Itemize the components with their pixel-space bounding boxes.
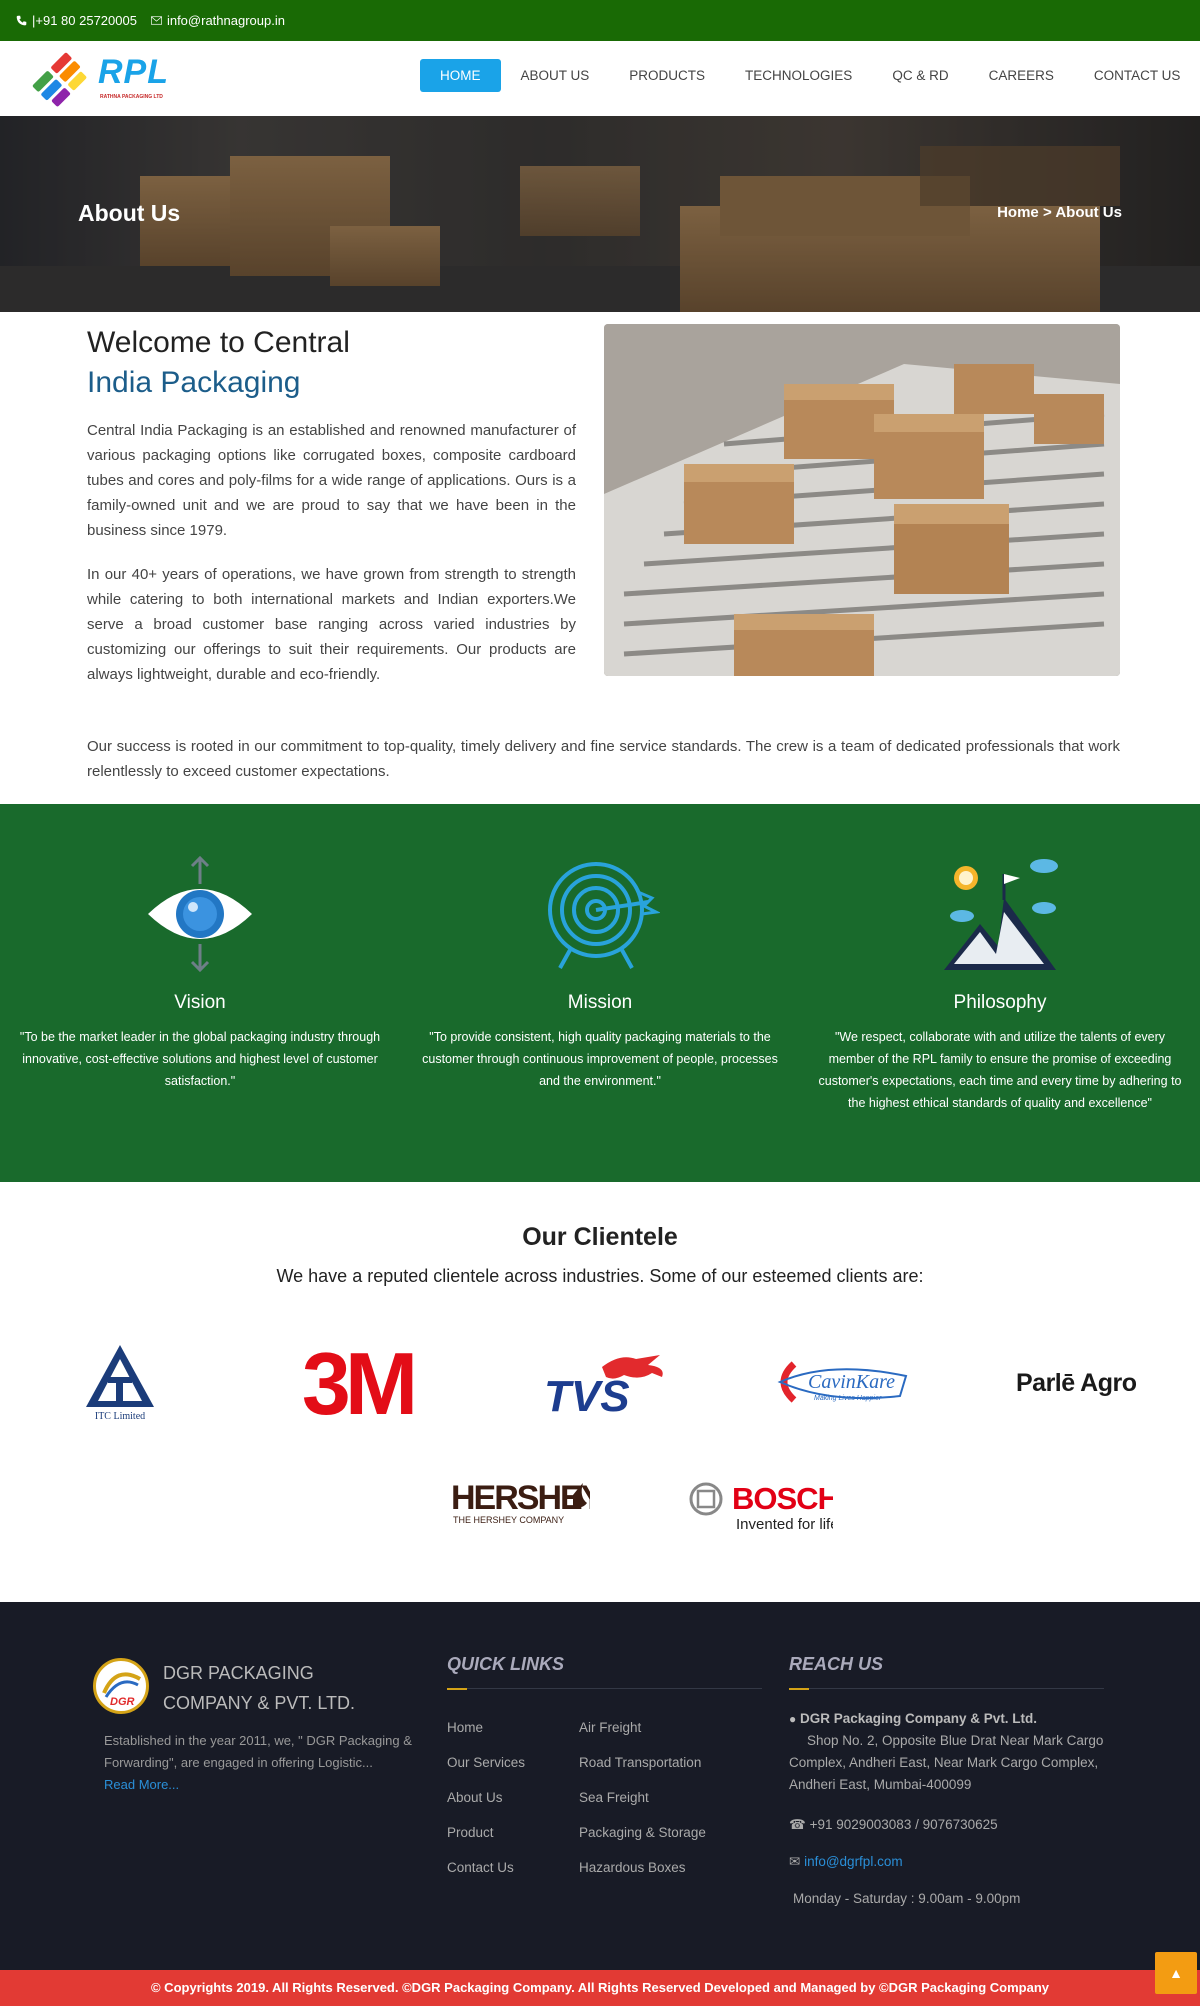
chevron-up-icon: ▲ xyxy=(1169,1965,1183,1981)
hershey-tagline: THE HERSHEY COMPANY xyxy=(453,1515,564,1525)
about-paragraph-3: Our success is rooted in our commitment … xyxy=(87,738,1120,780)
reach-us-title: REACH US xyxy=(789,1654,884,1674)
footer-hours: Monday - Saturday : 9.00am - 9.00pm xyxy=(793,1891,1021,1906)
reach-us-divider xyxy=(789,1688,1104,1690)
footer-phone[interactable]: ☎ +91 9029003083 / 9076730625 xyxy=(789,1814,998,1836)
tvs-logo-text: TVS xyxy=(544,1372,630,1417)
philosophy-title: Philosophy xyxy=(953,992,1047,1013)
footer-link-road-transportation[interactable]: Road Transportation xyxy=(579,1755,701,1770)
logo-subtitle: RATHNA PACKAGING LTD xyxy=(100,94,163,100)
footer-address: Shop No. 2, Opposite Blue Drat Near Mark… xyxy=(789,1733,1104,1792)
breadcrumb-separator: > xyxy=(1042,204,1052,221)
footer-logo[interactable]: DGR xyxy=(93,1658,149,1714)
nav-products[interactable]: PRODUCTS xyxy=(609,59,725,92)
footer-description: Established in the year 2011, we, " DGR … xyxy=(104,1730,414,1796)
bosch-logo-text: BOSCH xyxy=(732,1481,833,1516)
footer-reach-company: DGR Packaging Company & Pvt. Ltd. xyxy=(800,1711,1038,1726)
breadcrumb: Home > About Us xyxy=(997,204,1122,221)
values-section: Vision "To be the market leader in the g… xyxy=(0,804,1200,1182)
eye-icon xyxy=(148,855,252,973)
about-heading-line1: Welcome to Central xyxy=(87,326,350,359)
topbar-email[interactable]: info@rathnagroup.in xyxy=(150,13,285,28)
footer-link-hazardous-boxes[interactable]: Hazardous Boxes xyxy=(579,1860,686,1875)
conveyor-boxes-image xyxy=(604,324,1120,676)
footer-company-name: DGR PACKAGING COMPANY & PVT. LTD. xyxy=(163,1663,356,1713)
about-heading-line2: India Packaging xyxy=(87,366,301,399)
footer-email-text: info@dgrfpl.com xyxy=(804,1854,903,1869)
nav-qc-rd[interactable]: QC & RD xyxy=(872,59,968,92)
footer-link-our-services[interactable]: Our Services xyxy=(447,1755,525,1770)
client-logo-cavinkare: CavinKare Making Lives Happier xyxy=(770,1342,910,1422)
parle-logo-text: Parlē Agro xyxy=(1016,1369,1137,1397)
nav-home[interactable]: HOME xyxy=(420,59,501,92)
client-logo-bosch: BOSCH Invented for life xyxy=(688,1464,833,1544)
mission-text: "To provide consistent, high quality pac… xyxy=(422,1030,778,1088)
nav-careers[interactable]: CAREERS xyxy=(969,59,1074,92)
envelope-icon xyxy=(150,16,162,25)
nav-technologies[interactable]: TECHNOLOGIES xyxy=(725,59,872,92)
breadcrumb-home[interactable]: Home xyxy=(997,204,1039,221)
about-paragraph-2: In our 40+ years of operations, we have … xyxy=(87,566,576,683)
hershey-logo-text: HERSHEY xyxy=(451,1479,590,1517)
3m-logo-text: 3M xyxy=(302,1342,413,1422)
footer-link-product[interactable]: Product xyxy=(447,1825,494,1840)
topbar-phone[interactable]: |+91 80 25720005 xyxy=(16,13,137,28)
bosch-tagline: Invented for life xyxy=(736,1516,833,1533)
topbar-email-text: info@rathnagroup.in xyxy=(166,13,285,28)
clientele-title: Our Clientele xyxy=(522,1223,678,1251)
footer-read-more-link[interactable]: Read More... xyxy=(104,1777,179,1792)
client-logo-parle-agro: Parlē Agro xyxy=(1010,1342,1150,1422)
client-logo-hershey: HERSHEY THE HERSHEY COMPANY xyxy=(445,1464,590,1544)
footer-link-packaging-storage[interactable]: Packaging & Storage xyxy=(579,1825,706,1840)
vision-text: "To be the market leader in the global p… xyxy=(19,1030,381,1088)
phone-icon xyxy=(16,15,27,26)
footer-phone-text: +91 9029003083 / 9076730625 xyxy=(809,1817,998,1832)
about-paragraph-1: Central India Packaging is an establishe… xyxy=(87,422,576,539)
itc-logo-icon: ITC Limited xyxy=(86,1345,154,1422)
target-icon xyxy=(548,862,660,969)
logo-text: RPL xyxy=(98,53,169,91)
banner-title: About Us xyxy=(78,200,181,226)
footer-email[interactable]: ✉ info@dgrfpl.com xyxy=(789,1851,903,1873)
footer-address-block: ● DGR Packaging Company & Pvt. Ltd. Shop… xyxy=(789,1708,1109,1796)
cavinkare-tagline: Making Lives Happier xyxy=(814,1395,882,1402)
footer-link-air-freight[interactable]: Air Freight xyxy=(579,1720,641,1735)
nav-contact-us[interactable]: CONTACT US xyxy=(1074,59,1200,92)
philosophy-text: "We respect, collaborate with and utiliz… xyxy=(818,1030,1182,1110)
phone-icon: ☎ xyxy=(789,1817,806,1832)
map-marker-icon: ● xyxy=(789,1712,797,1726)
topbar-phone-text: |+91 80 25720005 xyxy=(32,13,137,28)
footer-link-contact-us[interactable]: Contact Us xyxy=(447,1860,514,1875)
breadcrumb-current: About Us xyxy=(1055,204,1122,221)
copyright-bar: © Copyrights 2019. All Rights Reserved. … xyxy=(0,1970,1200,2006)
vision-title: Vision xyxy=(174,992,226,1013)
quick-links-title: QUICK LINKS xyxy=(447,1654,564,1674)
main-navbar: RPL RATHNA PACKAGING LTD HOME ABOUT US P… xyxy=(0,41,1200,116)
client-logo-3m: 3M xyxy=(285,1342,430,1422)
page-banner: About Us Home > About Us xyxy=(0,116,1200,312)
clientele-subtitle: We have a reputed clientele across indus… xyxy=(276,1266,924,1286)
quick-links-divider xyxy=(447,1688,762,1690)
logo-mark-icon xyxy=(32,52,87,107)
itc-logo-text: ITC Limited xyxy=(95,1411,145,1422)
footer-logo-text: DGR xyxy=(110,1696,135,1708)
scroll-to-top-button[interactable]: ▲ xyxy=(1155,1952,1197,1994)
site-logo[interactable]: RPL RATHNA PACKAGING LTD xyxy=(30,51,180,107)
top-bar: |+91 80 25720005 info@rathnagroup.in xyxy=(0,0,1200,41)
footer-link-home[interactable]: Home xyxy=(447,1720,483,1735)
footer-link-sea-freight[interactable]: Sea Freight xyxy=(579,1790,649,1805)
site-footer: DGR DGR PACKAGING COMPANY & PVT. LTD. Es… xyxy=(0,1602,1200,1970)
footer-description-text: Established in the year 2011, we, " DGR … xyxy=(104,1733,412,1770)
footer-link-about-us[interactable]: About Us xyxy=(447,1790,503,1805)
client-logo-tvs: TVS xyxy=(540,1342,670,1422)
envelope-icon: ✉ xyxy=(789,1854,801,1869)
nav-about-us[interactable]: ABOUT US xyxy=(501,59,610,92)
client-logo-itc: ITC Limited xyxy=(70,1342,170,1422)
mountain-flag-icon xyxy=(944,859,1058,970)
mission-title: Mission xyxy=(567,992,633,1013)
bosch-armature-icon xyxy=(689,1482,723,1516)
cavinkare-logo-text: CavinKare xyxy=(808,1371,895,1393)
main-menu: HOME ABOUT US PRODUCTS TECHNOLOGIES QC &… xyxy=(420,59,1200,92)
